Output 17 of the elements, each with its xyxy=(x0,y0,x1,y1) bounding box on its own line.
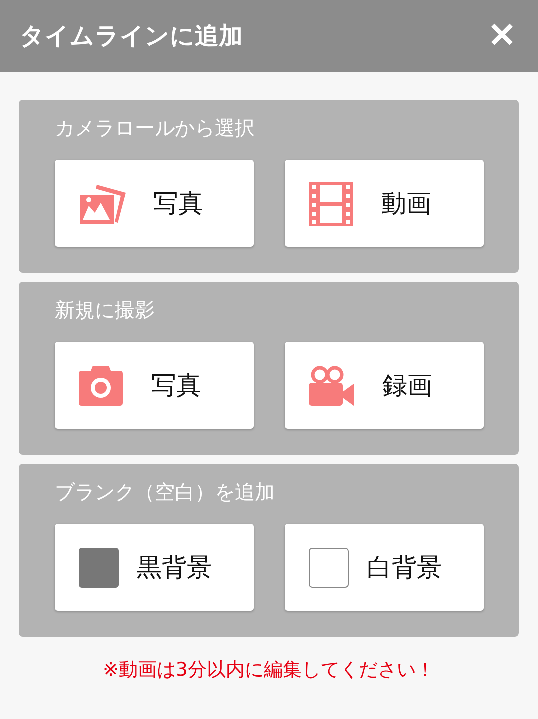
camera-icon xyxy=(79,366,123,406)
dark-swatch-icon xyxy=(79,548,119,588)
section-title: 新規に撮影 xyxy=(55,297,156,324)
dialog-title: タイムラインに追加 xyxy=(20,21,243,52)
option-button[interactable]: 黒背景 xyxy=(55,524,254,611)
video-camera-icon xyxy=(309,366,355,406)
warning-note: ※動画は3分以内に編集してください！ xyxy=(102,658,436,683)
film-icon xyxy=(309,182,353,226)
option-button[interactable]: 動画 xyxy=(285,160,484,247)
option-button[interactable]: 白背景 xyxy=(285,524,484,611)
blank-swatch-icon xyxy=(309,548,349,588)
section-title: ブランク（空白）を追加 xyxy=(55,479,276,506)
option-button[interactable]: 録画 xyxy=(285,342,484,429)
option-button[interactable]: 写真 xyxy=(55,160,254,247)
option-button[interactable]: 写真 xyxy=(55,342,254,429)
section-title: カメラロールから選択 xyxy=(55,115,256,142)
photos-icon xyxy=(79,182,127,224)
